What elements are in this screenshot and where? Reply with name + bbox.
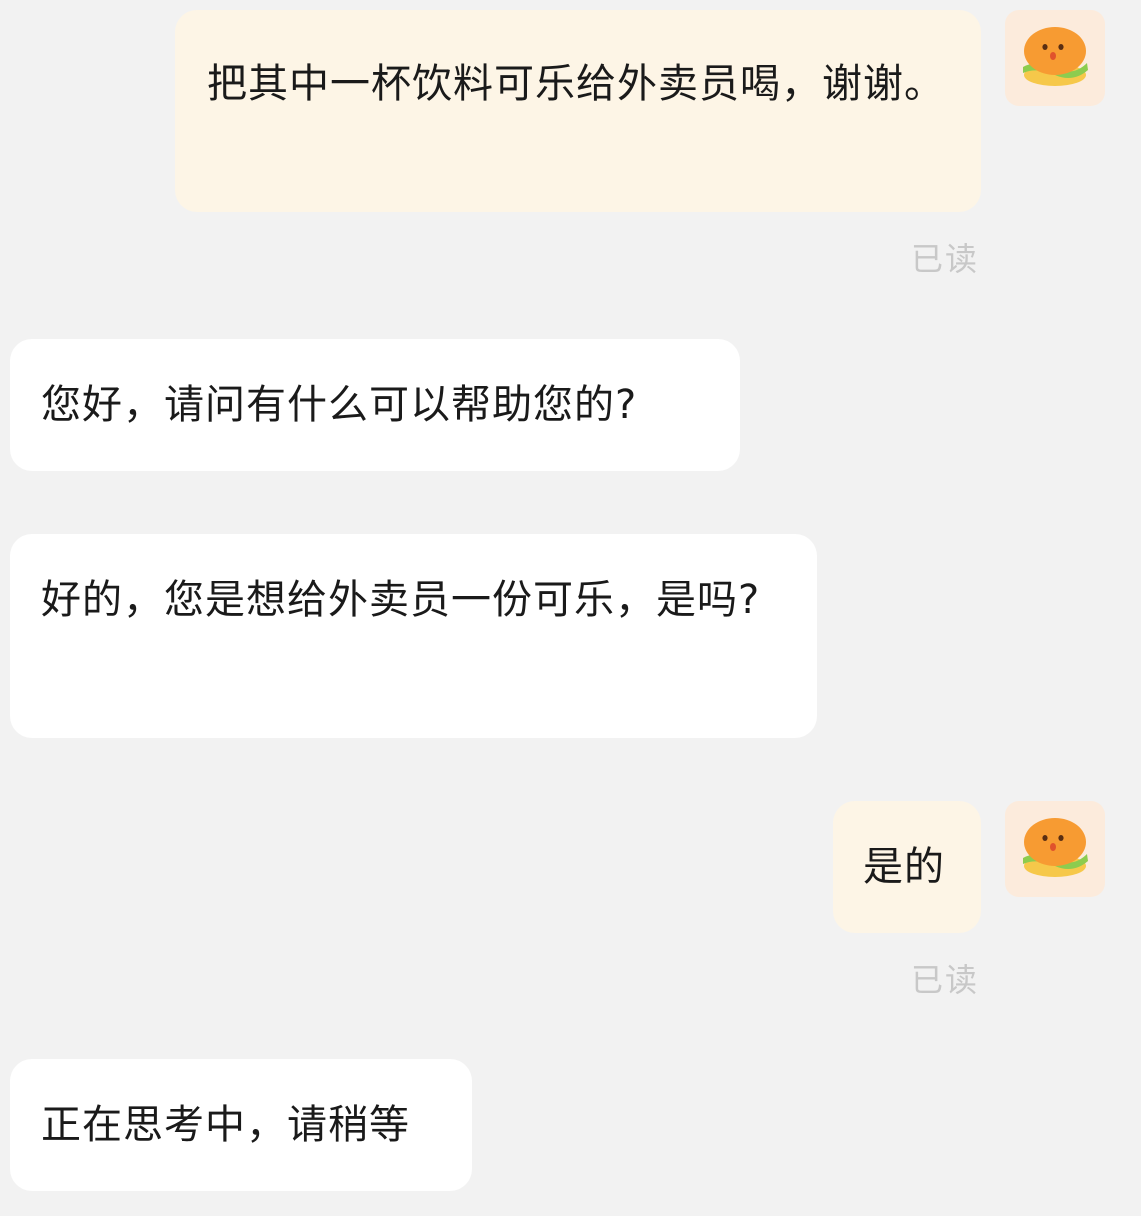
user-message-bubble[interactable]: 是的 <box>833 801 981 933</box>
user-message-bubble[interactable]: 把其中一杯饮料可乐给外卖员喝，谢谢。 <box>175 10 981 212</box>
user-avatar[interactable] <box>1005 10 1105 106</box>
assistant-message-bubble[interactable]: 您好，请问有什么可以帮助您的? <box>10 339 740 471</box>
burger-mascot-icon <box>1023 27 1088 86</box>
read-status: 已读 <box>911 961 980 999</box>
assistant-message-bubble[interactable]: 正在思考中，请稍等 <box>10 1059 472 1191</box>
burger-mascot-icon <box>1023 818 1088 877</box>
assistant-message-bubble[interactable]: 好的，您是想给外卖员一份可乐，是吗? <box>10 534 817 738</box>
user-avatar[interactable] <box>1005 801 1105 897</box>
read-status: 已读 <box>911 240 980 278</box>
